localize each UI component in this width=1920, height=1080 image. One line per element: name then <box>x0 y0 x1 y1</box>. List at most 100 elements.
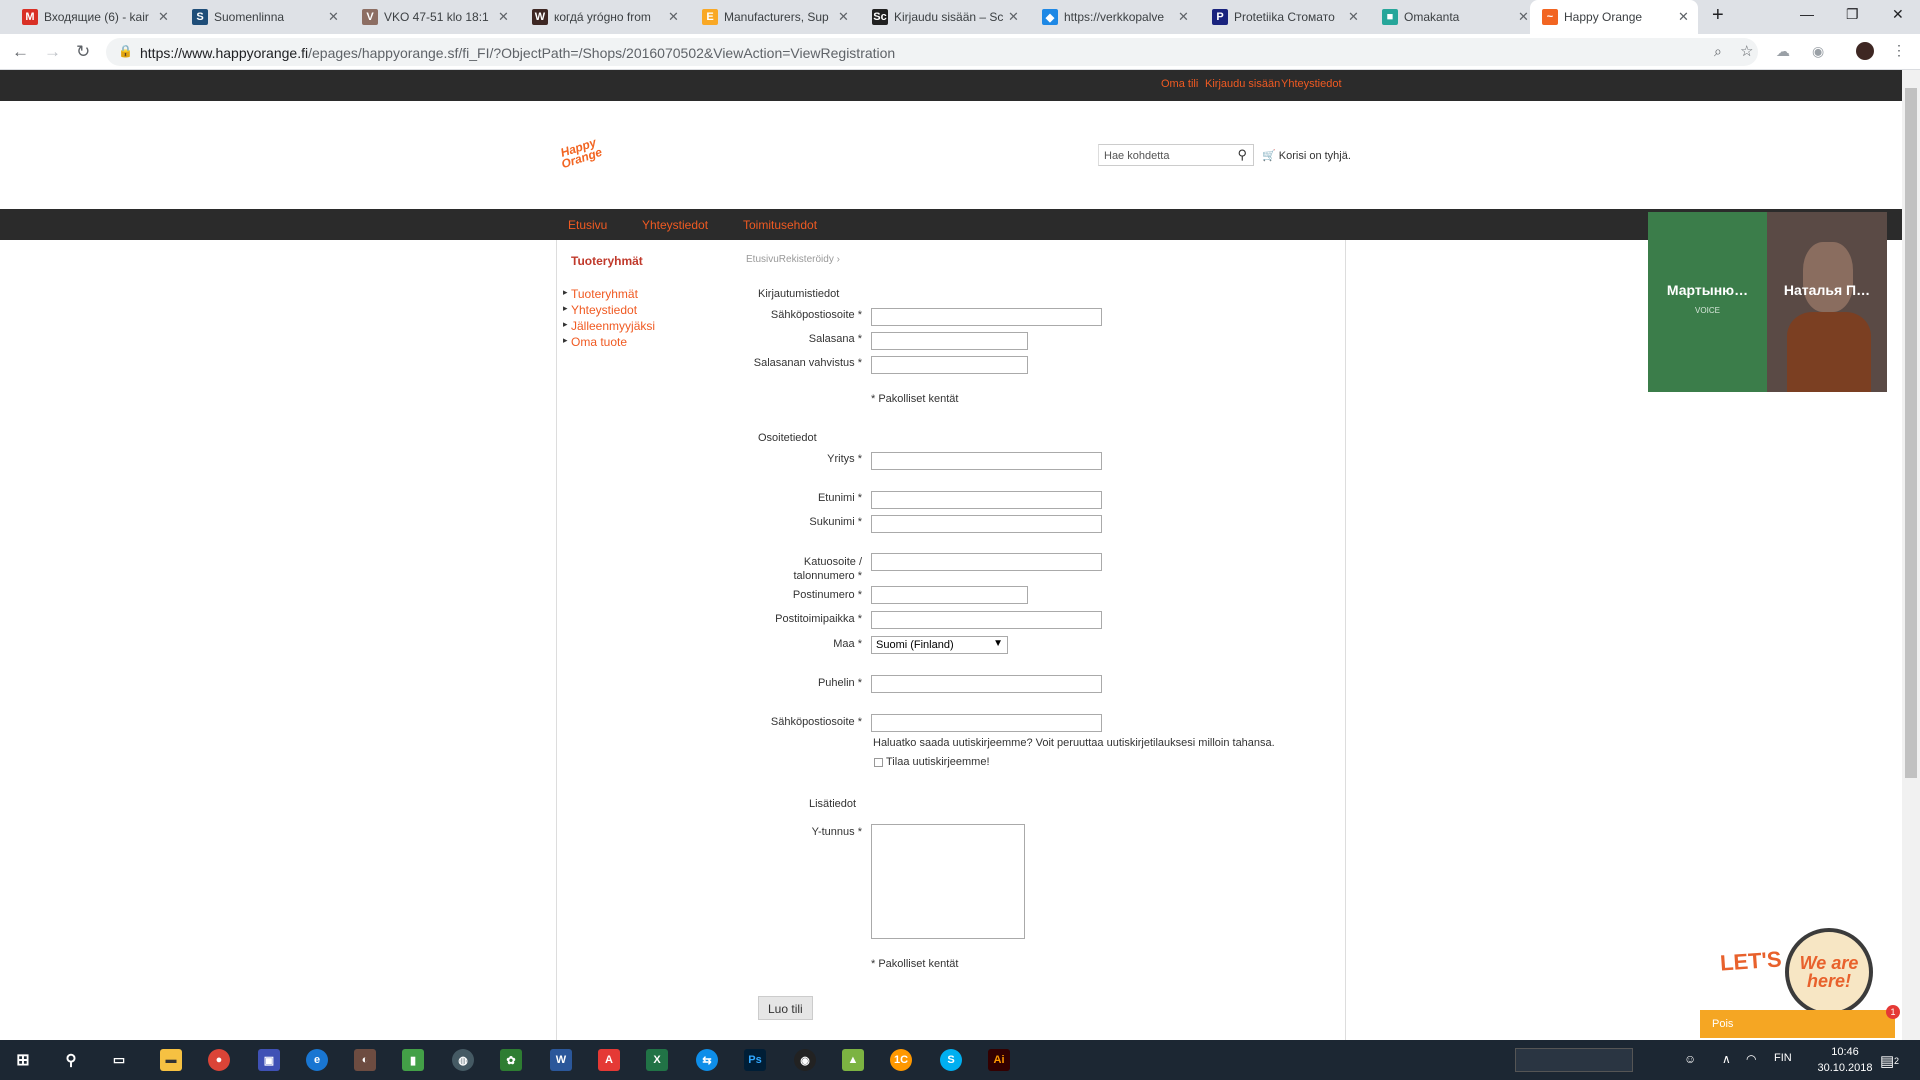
excel-icon[interactable]: X <box>646 1049 668 1071</box>
sidebar-item-oma-tuote[interactable]: Oma tuote <box>563 335 627 349</box>
notifications-icon[interactable]: ▤ <box>1880 1052 1894 1070</box>
sidebar-item-jalleenmyyjaksi[interactable]: Jälleenmyyjäksi <box>563 319 655 333</box>
illustrator-icon[interactable]: Ai <box>988 1049 1010 1071</box>
minimize-icon[interactable]: — <box>1800 6 1814 22</box>
my-account-link[interactable]: Oma tili <box>1161 78 1198 90</box>
ytunnus-textarea[interactable] <box>871 824 1025 939</box>
tab-10[interactable]: ~ Happy Orange ✕ <box>1530 0 1698 34</box>
tab-7[interactable]: ◆ https://verkkopalve ✕ <box>1030 0 1200 34</box>
tab-close-icon[interactable]: ✕ <box>1518 9 1529 25</box>
app-icon-4[interactable]: ◍ <box>452 1049 474 1071</box>
zoom-icon[interactable]: ⌕ <box>1714 43 1722 60</box>
app-icon-1[interactable]: ▣ <box>258 1049 280 1071</box>
tab-5[interactable]: E Manufacturers, Sup ✕ <box>690 0 860 34</box>
pdf-icon[interactable]: A <box>598 1049 620 1071</box>
call-participant-1[interactable]: Мартыню… VOICE <box>1648 212 1767 392</box>
search-icon[interactable]: ⚲ <box>60 1049 82 1071</box>
breadcrumb[interactable]: EtusivuRekisteröidy › <box>746 254 840 265</box>
address-bar[interactable]: 🔒 https://www.happyorange.fi/epages/happ… <box>106 38 1758 66</box>
chat-bubble-button[interactable]: We are here! <box>1785 928 1873 1016</box>
tab-close-icon[interactable]: ✕ <box>1178 9 1189 25</box>
back-icon[interactable]: ← <box>12 42 29 62</box>
tab-3[interactable]: V VKO 47-51 klo 18:1 ✕ <box>350 0 520 34</box>
tab-close-icon[interactable]: ✕ <box>328 9 339 25</box>
app-icon-5[interactable]: ◉ <box>794 1049 816 1071</box>
tab-close-icon[interactable]: ✕ <box>1348 9 1359 25</box>
new-tab-icon[interactable]: + <box>1712 4 1724 27</box>
file-explorer-icon[interactable]: ▬ <box>160 1049 182 1071</box>
extension-cloud-icon[interactable]: ☁ <box>1776 43 1790 60</box>
tab-2[interactable]: S Suomenlinna ✕ <box>180 0 350 34</box>
restore-icon[interactable]: ❐ <box>1846 6 1859 23</box>
city-field[interactable] <box>871 611 1102 629</box>
tab-9[interactable]: ■ Omakanta ✕ <box>1370 0 1540 34</box>
password-field[interactable] <box>871 332 1028 350</box>
firstname-field[interactable] <box>871 491 1102 509</box>
cart-status[interactable]: 🛒 Korisi on tyhjä. <box>1262 149 1351 162</box>
windows-start-icon[interactable]: ⊞ <box>12 1049 34 1071</box>
nav-contact[interactable]: Yhteystiedot <box>642 218 708 232</box>
reload-icon[interactable]: ↻ <box>76 42 90 62</box>
tab-8[interactable]: P Protetiika Стомато ✕ <box>1200 0 1370 34</box>
login-link[interactable]: Kirjaudu sisään <box>1205 78 1280 90</box>
call-participant-2[interactable]: Наталья П… <box>1767 212 1887 392</box>
company-field[interactable] <box>871 452 1102 470</box>
email2-field[interactable] <box>871 714 1102 732</box>
contact-link[interactable]: Yhteystiedot <box>1281 78 1342 90</box>
search-icon[interactable]: ⚲ <box>1237 147 1247 163</box>
newsletter-checkbox[interactable] <box>874 758 883 767</box>
newsletter-checkbox-label[interactable]: Tilaa uutiskirjeemme! <box>886 756 990 768</box>
tab-1[interactable]: M Входящие (6) - kair ✕ <box>10 0 180 34</box>
close-window-icon[interactable]: ✕ <box>1892 6 1904 23</box>
wifi-icon[interactable]: ◠ <box>1746 1052 1756 1066</box>
tab-close-icon[interactable]: ✕ <box>498 9 509 25</box>
teamviewer-icon[interactable]: ⇆ <box>696 1049 718 1071</box>
phone-field[interactable] <box>871 675 1102 693</box>
skype-icon[interactable]: S <box>940 1049 962 1071</box>
photoshop-icon[interactable]: Ps <box>744 1049 766 1071</box>
tab-6[interactable]: Sc Kirjaudu sisään – Sc ✕ <box>860 0 1030 34</box>
language-indicator[interactable]: FIN <box>1774 1052 1792 1064</box>
create-account-button[interactable]: Luo tili <box>758 996 813 1020</box>
word-icon[interactable]: W <box>550 1049 572 1071</box>
lastname-field[interactable] <box>871 515 1102 533</box>
zip-label: Postinumero * <box>792 589 862 601</box>
country-select[interactable]: Suomi (Finland) ▼ <box>871 636 1008 654</box>
chrome-icon[interactable]: ● <box>208 1049 230 1071</box>
app-icon-2[interactable]: ◐ <box>354 1049 376 1071</box>
page-scrollbar-thumb[interactable] <box>1905 88 1917 778</box>
nav-home[interactable]: Etusivu <box>568 218 607 232</box>
extension-globe-icon[interactable]: ◉ <box>1812 43 1824 60</box>
happy-orange-logo[interactable]: Happy Orange <box>554 135 610 182</box>
tray-expand-icon[interactable]: ∧ <box>1722 1052 1731 1066</box>
chat-bar[interactable]: Pois <box>1700 1010 1895 1038</box>
bookmark-star-icon[interactable]: ☆ <box>1740 42 1753 60</box>
taskbar-previews[interactable] <box>1515 1048 1633 1072</box>
profile-avatar[interactable] <box>1856 42 1874 60</box>
street-field[interactable] <box>871 553 1102 571</box>
ie-icon[interactable]: e <box>306 1049 328 1071</box>
tab-close-icon[interactable]: ✕ <box>158 9 169 25</box>
icq-icon[interactable]: ✿ <box>500 1049 522 1071</box>
search-input[interactable]: Hae kohdetta ⚲ <box>1098 144 1254 166</box>
zip-field[interactable] <box>871 586 1028 604</box>
tab-4[interactable]: Wкогдá yrógно from ✕ <box>520 0 690 34</box>
menu-dots-icon[interactable]: ⋮ <box>1892 42 1906 59</box>
email-field[interactable] <box>871 308 1102 326</box>
tab-close-icon[interactable]: ✕ <box>1678 9 1689 25</box>
sidebar-item-yhteystiedot[interactable]: Yhteystiedot <box>563 303 637 317</box>
forward-icon[interactable]: → <box>44 42 61 62</box>
password-confirm-field[interactable] <box>871 356 1028 374</box>
sidebar-item-tuoteryhmat[interactable]: Tuoteryhmät <box>563 287 638 301</box>
app-icon-3[interactable]: ▮ <box>402 1049 424 1071</box>
app-icon-7[interactable]: 1C <box>890 1049 912 1071</box>
app-icon-6[interactable]: ▲ <box>842 1049 864 1071</box>
tab-close-icon[interactable]: ✕ <box>838 9 849 25</box>
task-view-icon[interactable]: ▭ <box>108 1049 130 1071</box>
nav-terms[interactable]: Toimitusehdot <box>743 218 817 232</box>
clock[interactable]: 10:46 30.10.2018 <box>1808 1044 1882 1076</box>
participant-2-shoulders <box>1787 312 1871 392</box>
tab-close-icon[interactable]: ✕ <box>1008 9 1019 25</box>
people-icon[interactable]: ☺ <box>1684 1052 1696 1066</box>
tab-close-icon[interactable]: ✕ <box>668 9 679 25</box>
